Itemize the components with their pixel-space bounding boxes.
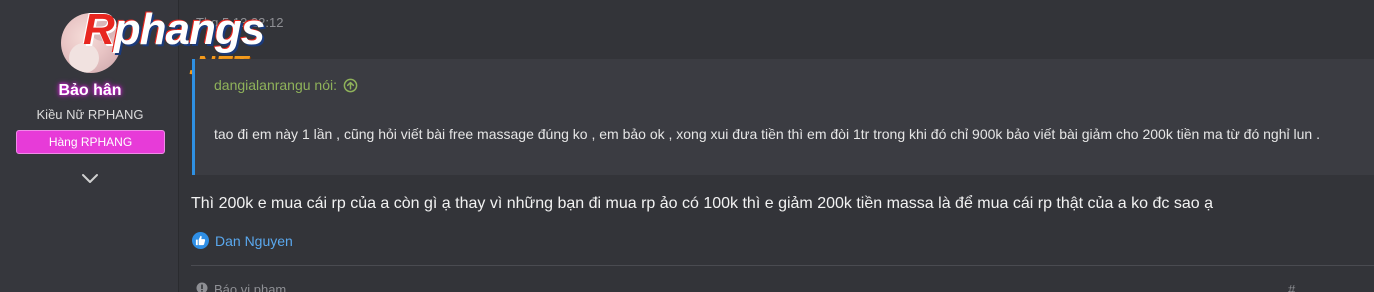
post-message: Thì 200k e mua cái rp của a còn gì ạ tha…: [191, 195, 1213, 212]
arrow-up-circle-icon[interactable]: [343, 78, 358, 93]
post-permalink[interactable]: #: [1288, 282, 1295, 292]
like-icon: [192, 232, 209, 249]
report-label[interactable]: Báo vi phạm: [214, 282, 286, 292]
quote-block: dangialanrangu nói: tao đi em này 1 lần …: [192, 59, 1374, 175]
username[interactable]: Bảo hân: [0, 82, 180, 100]
reactions-bar: Dan Nguyen: [192, 232, 293, 249]
quote-author-text[interactable]: dangialanrangu nói:: [214, 77, 337, 93]
user-banner: Hàng RPHANG: [16, 130, 165, 154]
quote-author[interactable]: dangialanrangu nói:: [214, 77, 358, 93]
chevron-down-icon[interactable]: [80, 168, 100, 188]
reactor-link[interactable]: Dan Nguyen: [215, 233, 293, 249]
warning-icon: [196, 282, 208, 292]
report-link[interactable]: Báo vi phạm: [196, 282, 286, 292]
forum-post: Bảo hân Kiều Nữ RPHANG Hàng RPHANG Thg 5…: [0, 0, 1374, 292]
post-divider: [191, 265, 1374, 266]
user-title: Kiều Nữ RPHANG: [36, 107, 144, 122]
quote-body: tao đi em này 1 lần , cũng hỏi viết bài …: [214, 126, 1320, 142]
